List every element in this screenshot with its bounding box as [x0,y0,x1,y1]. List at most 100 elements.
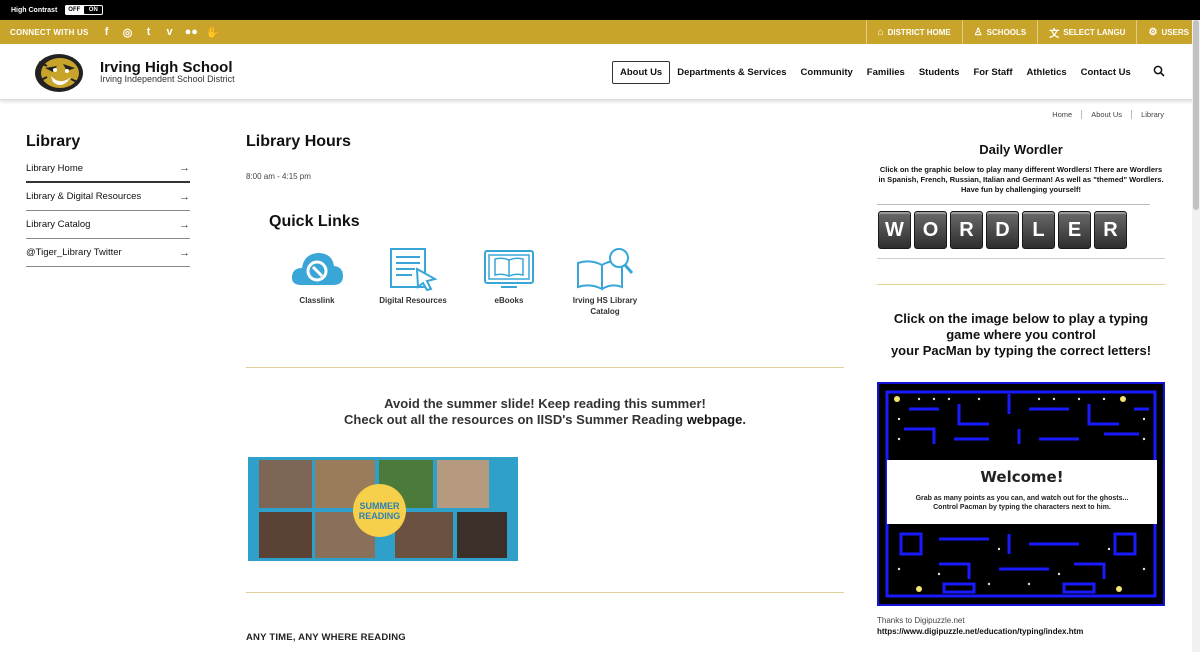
library-hours: 8:00 am - 4:15 pm [246,172,311,181]
wordler-tile: R [950,211,983,249]
quick-link-label: Irving HS Library Catalog [572,296,638,316]
classlink-cloud-icon [291,253,343,285]
sidebar-item-library-catalog[interactable]: Library Catalog → [26,211,190,239]
sidebar-item-twitter[interactable]: @Tiger_Library Twitter → [26,239,190,267]
tiger-logo-icon[interactable] [33,52,85,94]
page-title: Library Hours [246,133,351,150]
section-divider [877,284,1165,285]
credit-url[interactable]: https://www.digipuzzle.net/education/typ… [877,627,1083,636]
high-contrast-off[interactable]: OFF [65,5,84,15]
credit-text: Thanks to Digipuzzle.net [877,616,965,625]
wordler-tile: R [1094,211,1127,249]
ebook-icon [484,250,534,288]
sidebar-item-label: Library Home [26,162,84,174]
quick-link-label: Classlink [299,296,335,305]
scrollbar-thumb[interactable] [1193,20,1199,210]
users-label: USERS [1161,27,1189,37]
schools-label: SCHOOLS [986,27,1027,37]
section-divider [246,592,844,593]
utility-links: ⌂ DISTRICT HOME ♙ SCHOOLS 文 SELECT LANGU… [865,20,1200,44]
library-catalog-icon [577,248,634,291]
sidebar-nav: Library Home → Library & Digital Resourc… [26,155,190,267]
quick-link-classlink[interactable]: Classlink [272,245,362,306]
wordler-graphic[interactable]: W O R D L E R [878,211,1127,249]
nav-families[interactable]: Families [860,62,912,83]
breadcrumb: Home About Us Library [1043,110,1164,119]
high-contrast-on[interactable]: ON [84,6,103,14]
nav-for-staff[interactable]: For Staff [966,62,1019,83]
typing-game-title: Click on the image below to play a typin… [890,311,1152,358]
nav-community[interactable]: Community [794,62,860,83]
summer-reading-image[interactable]: SUMMER READING [248,457,518,561]
site-header: Irving High School Irving Independent Sc… [0,44,1200,100]
search-icon[interactable] [1153,65,1165,77]
quick-links-title: Quick Links [269,213,360,230]
district-home-link[interactable]: ⌂ DISTRICT HOME [865,20,962,44]
divider [877,204,1150,205]
arrow-right-icon: → [179,246,190,259]
facebook-icon[interactable]: f [101,26,113,38]
district-home-label: DISTRICT HOME [887,27,951,37]
section-divider [246,367,844,368]
translate-icon: 文 [1049,28,1060,40]
nav-athletics[interactable]: Athletics [1020,62,1074,83]
summer-reading-link[interactable]: webpage [687,412,743,427]
language-select[interactable]: 文 SELECT LANGU [1037,20,1136,44]
home-icon: ⌂ [877,26,884,38]
page-scrollbar[interactable] [1192,20,1200,652]
high-contrast-bar: High Contrast OFF ON [0,0,1200,20]
welcome-dialog[interactable]: Welcome! Grab as many points as you can,… [887,460,1157,524]
arrow-right-icon: → [179,162,190,174]
student-photo [258,459,313,509]
connect-label: CONNECT WITH US [10,27,89,37]
nav-departments[interactable]: Departments & Services [670,62,793,83]
district-name: Irving Independent School District [100,74,235,84]
pacman-typing-game[interactable]: Welcome! Grab as many points as you can,… [877,382,1165,606]
arrow-right-icon: → [179,190,190,203]
arrow-right-icon: → [179,218,190,231]
flickr-icon[interactable]: ●● [185,26,198,38]
social-links: f ◎ t v ●● ✋ [101,26,220,39]
sidebar-title: Library [26,133,81,150]
nav-contact-us[interactable]: Contact Us [1074,62,1138,83]
sidebar-item-digital-resources[interactable]: Library & Digital Resources → [26,183,190,211]
anytime-reading-heading: ANY TIME, ANY WHERE READING [246,632,406,643]
vimeo-icon[interactable]: v [164,26,176,38]
summer-reading-badge: SUMMER READING [353,484,406,537]
quick-link-digital-resources[interactable]: Digital Resources [368,245,458,306]
student-photo [456,511,508,559]
breadcrumb-home[interactable]: Home [1043,110,1083,119]
student-photo [258,511,313,559]
quick-link-label: Digital Resources [379,296,447,305]
welcome-title: Welcome! [980,468,1064,486]
main-nav: About Us Departments & Services Communit… [612,61,1138,84]
sidebar-item-library-home[interactable]: Library Home → [26,155,190,183]
high-contrast-label: High Contrast [11,6,58,14]
sidebar-item-label: @Tiger_Library Twitter [26,247,122,258]
summer-line-2: Check out all the resources on IISD's Su… [344,412,746,427]
digital-resources-icon [390,248,438,291]
wordler-tile: O [914,211,947,249]
high-contrast-toggle[interactable]: OFF ON [65,5,104,15]
sidebar-item-label: Library & Digital Resources [26,191,142,202]
users-link[interactable]: ⚙ USERS [1136,20,1200,44]
wordler-tile: W [878,211,911,249]
wordler-tile: L [1022,211,1055,249]
nav-students[interactable]: Students [912,62,967,83]
wordler-title: Daily Wordler [979,142,1063,157]
quick-link-ebooks[interactable]: eBooks [464,245,554,306]
twitter-icon[interactable]: t [143,26,155,38]
wordler-description: Click on the graphic below to play many … [878,165,1164,194]
sidebar-item-label: Library Catalog [26,219,91,230]
instagram-icon[interactable]: ◎ [122,26,134,39]
breadcrumb-about-us[interactable]: About Us [1082,110,1133,119]
language-label: SELECT LANGU [1063,27,1126,37]
quick-link-label: eBooks [494,296,524,305]
welcome-text: Grab as many points as you can, and watc… [915,495,1129,511]
schools-link[interactable]: ♙ SCHOOLS [961,20,1038,44]
gear-icon: ⚙ [1148,26,1158,38]
peachjar-icon[interactable]: ✋ [206,26,220,39]
quick-link-library-catalog[interactable]: Irving HS Library Catalog [560,245,650,317]
wordler-tile: E [1058,211,1091,249]
nav-about-us[interactable]: About Us [612,61,671,84]
